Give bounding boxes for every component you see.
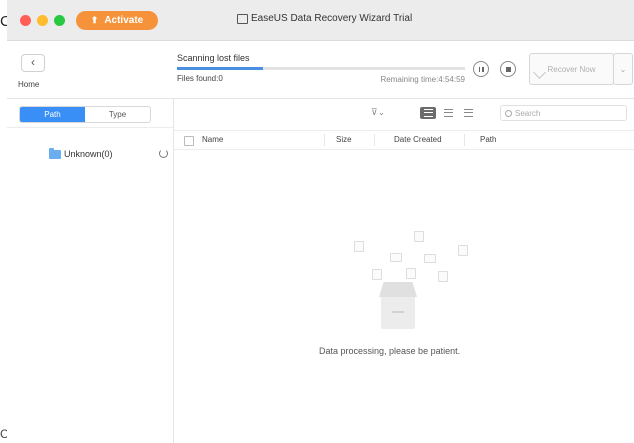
zoom-window-button[interactable] [54,15,65,26]
up-arrow-icon: ⬆ [90,15,99,25]
select-all-checkbox[interactable] [184,136,194,146]
chevron-down-icon: ⌄ [619,64,627,74]
pause-icon [478,66,484,72]
video-icon [424,254,436,263]
remaining-time: Remaining time:4:54:59 [380,75,466,84]
main-panel: ⊽⌄ Search Name Size Date Created Path Da… [174,99,634,443]
toolbar: ‹ Home Scanning lost files Files found:0… [7,41,634,99]
image-icon [438,271,448,282]
column-path[interactable]: Path [480,135,496,144]
detail-view-button[interactable] [440,107,456,119]
tree-item-label: Unknown(0) [64,149,113,159]
mail-icon [390,253,402,262]
sidebar-divider [7,127,173,128]
title-bar: ⬆ Activate EaseUS Data Recovery Wizard T… [7,0,634,41]
detail-view-icon [443,109,453,117]
document-icon [458,245,468,256]
window-title-text: EaseUS Data Recovery Wizard Trial [251,13,413,24]
tab-path[interactable]: Path [20,107,85,122]
tree-item-unknown[interactable]: Unknown(0) [49,147,113,159]
thumbnail-view-icon [463,109,473,117]
app-icon [237,13,248,24]
thumbnail-view-button[interactable] [460,107,476,119]
app-window: ⬆ Activate EaseUS Data Recovery Wizard T… [7,0,634,443]
window-title: EaseUS Data Recovery Wizard Trial [237,13,412,24]
stop-scan-button[interactable] [500,61,516,77]
list-view-icon [423,109,433,117]
search-icon [505,110,512,117]
search-placeholder: Search [515,109,541,118]
document-icon [414,231,424,242]
empty-state-illustration [342,229,482,349]
folder-icon [49,147,61,159]
filter-button[interactable]: ⊽⌄ [371,107,385,118]
column-name[interactable]: Name [202,135,223,144]
column-date-created[interactable]: Date Created [394,135,442,144]
filter-icon: ⊽⌄ [371,107,386,117]
sidebar: Path Type Unknown(0) [7,99,174,443]
stop-icon [505,66,511,72]
recover-now-button[interactable]: Recover Now [529,53,614,85]
search-input[interactable]: Search [500,105,627,121]
scan-progress-bar [177,67,465,70]
pause-scan-button[interactable] [473,61,489,77]
spinner-icon [159,149,168,158]
back-button[interactable]: ‹ [21,54,45,72]
sidebar-view-toggle: Path Type [19,106,151,123]
inbox-icon [381,295,415,329]
recover-options-dropdown[interactable]: ⌄ [613,53,633,85]
scan-status-title: Scanning lost files [177,53,250,63]
minimize-window-button[interactable] [37,15,48,26]
activate-button[interactable]: ⬆ Activate [76,11,158,30]
activate-label: Activate [104,15,144,26]
column-size[interactable]: Size [336,135,352,144]
image-icon [406,268,416,279]
column-divider [464,134,465,146]
recover-icon [533,66,546,79]
document-icon [354,241,364,252]
scan-progress-fill [177,67,264,70]
close-window-button[interactable] [20,15,31,26]
back-arrow-icon: ‹ [31,55,35,69]
recover-now-label: Recover Now [547,64,596,74]
column-divider [324,134,325,146]
files-found-count: Files found:0 [177,74,223,83]
column-divider [374,134,375,146]
file-table-header: Name Size Date Created Path [174,130,634,150]
music-icon [372,269,382,280]
empty-state-message: Data processing, please be patient. [319,346,461,356]
home-label: Home [18,80,40,89]
list-view-button[interactable] [420,107,436,119]
tab-type[interactable]: Type [85,107,150,122]
